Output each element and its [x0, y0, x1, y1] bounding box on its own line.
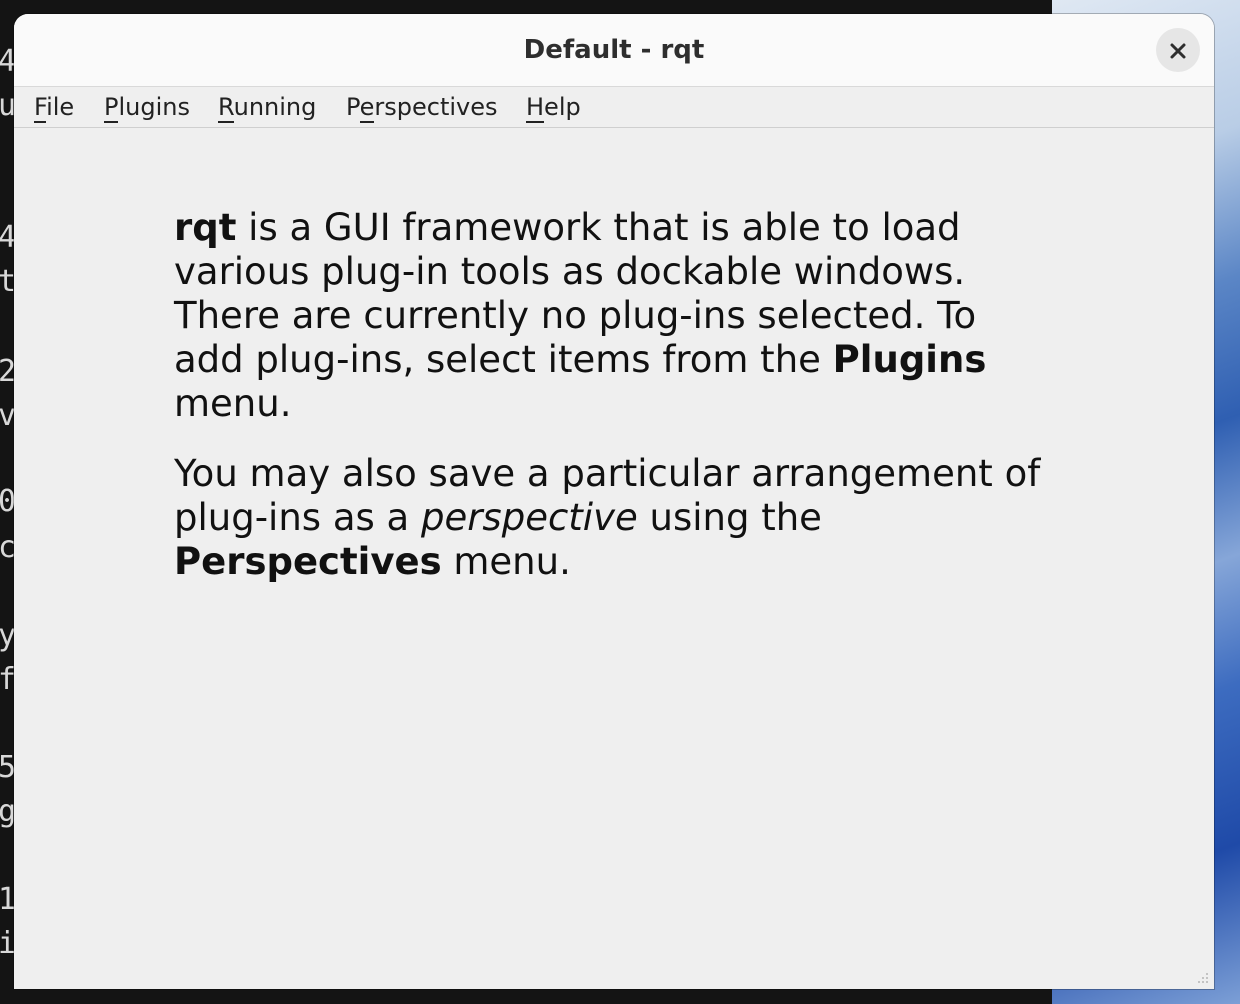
intro-text: rqt is a GUI framework that is able to l…: [174, 206, 1054, 610]
menu-running-mnemonic: R: [218, 93, 234, 123]
menu-perspectives-label: rspectives: [374, 93, 498, 121]
menu-plugins[interactable]: Plugins: [104, 87, 190, 127]
menu-file-mnemonic: F: [34, 93, 47, 123]
desktop: 4 u 4 t 2 v 0 c y f 5 g 1 i Default - rq…: [0, 0, 1240, 1004]
intro-paragraph-1: rqt is a GUI framework that is able to l…: [174, 206, 1054, 426]
perspectives-menu-ref: Perspectives: [174, 540, 442, 583]
perspective-term: perspective: [420, 496, 638, 539]
menu-plugins-mnemonic: P: [104, 93, 119, 123]
menu-running-label: unning: [233, 93, 317, 121]
close-button[interactable]: [1156, 28, 1200, 72]
plugins-menu-ref: Plugins: [832, 338, 987, 381]
resize-grip-icon[interactable]: [1194, 969, 1210, 985]
title-bar[interactable]: Default - rqt: [14, 14, 1214, 87]
menu-running[interactable]: Running: [218, 87, 316, 127]
menu-help[interactable]: Help: [526, 87, 581, 127]
intro-p2-mid: using the: [637, 496, 822, 539]
menu-bar: File Plugins Running Perspectives Help: [14, 87, 1214, 128]
intro-p1-end: menu.: [174, 382, 292, 425]
menu-help-mnemonic: H: [526, 93, 545, 123]
window-title: Default - rqt: [523, 35, 705, 65]
menu-plugins-label: lugins: [118, 93, 190, 121]
rqt-window: Default - rqt File Plugins Running Persp…: [14, 14, 1214, 989]
menu-perspectives-mnemonic: e: [359, 93, 375, 123]
menu-perspectives-pre: P: [346, 93, 360, 121]
close-icon: [1170, 43, 1186, 58]
intro-p2-end: menu.: [441, 540, 571, 583]
menu-file-label: ile: [46, 93, 75, 121]
menu-file[interactable]: File: [34, 87, 74, 127]
menu-perspectives[interactable]: Perspectives: [346, 87, 498, 127]
menu-help-label: elp: [544, 93, 581, 121]
rqt-name: rqt: [174, 206, 237, 249]
intro-paragraph-2: You may also save a particular arrangeme…: [174, 452, 1054, 584]
